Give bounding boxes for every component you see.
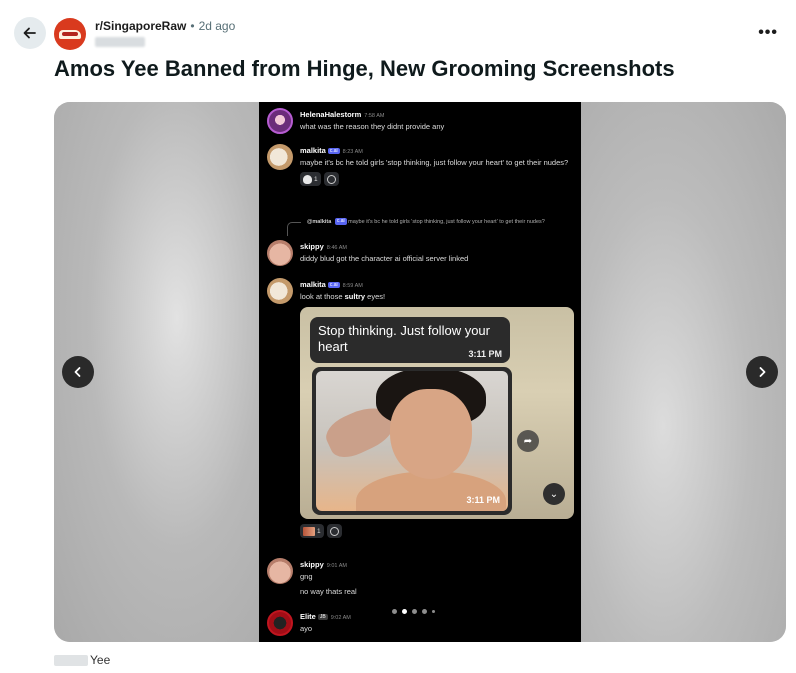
app-tag-badge: c.ai <box>327 148 340 154</box>
reply-reference: @malkita c.ai maybe it's bc he told girl… <box>267 218 575 236</box>
image-emoji-icon <box>303 526 315 536</box>
back-button[interactable] <box>14 17 46 49</box>
meta-separator: • <box>190 19 195 33</box>
gallery-next-button[interactable] <box>746 356 778 388</box>
photo-time: 3:11 PM <box>466 495 500 505</box>
post-meta: r/SingaporeRaw • 2d ago <box>95 19 235 33</box>
share-icon: ➦ <box>517 430 539 452</box>
message-author: skippy <box>300 560 324 569</box>
author-name-redacted <box>95 37 145 47</box>
subreddit-name[interactable]: r/SingaporeRaw <box>95 19 186 33</box>
message-author: malkita <box>300 280 326 289</box>
more-options-button[interactable]: ••• <box>758 24 778 42</box>
subreddit-icon[interactable] <box>54 18 86 50</box>
app-tag-badge: c.ai <box>334 218 347 225</box>
role-tag-badge: JB <box>317 614 328 620</box>
reaction-image: 1 <box>300 524 324 538</box>
smiley-icon <box>329 526 339 536</box>
message-author: HelenaHalestorm <box>300 110 362 119</box>
message-time: 9:02 AM <box>330 615 351 621</box>
chat-bubble: Stop thinking. Just follow your heart 3:… <box>310 317 510 363</box>
message-text: ayo <box>300 624 313 633</box>
pagination-dot-active[interactable] <box>402 609 407 614</box>
pagination-dot[interactable] <box>432 610 435 613</box>
arrow-left-icon <box>23 27 36 39</box>
chevron-down-icon: ⌄ <box>543 483 565 505</box>
gallery-image-discord-screenshot: HelenaHalestorm 7:58 AM what was the reas… <box>259 102 581 642</box>
message-text: look at those sultry eyes! <box>300 292 386 301</box>
message-time: 7:58 AM <box>364 113 385 119</box>
reaction-row: 1 <box>267 524 575 540</box>
reply-connector <box>287 222 301 236</box>
reply-text: maybe it's bc he told girls 'stop thinki… <box>348 219 545 225</box>
avatar <box>267 610 293 636</box>
gallery-prev-button[interactable] <box>62 356 94 388</box>
avatar <box>267 240 293 266</box>
message-time: 8:23 AM <box>342 149 363 155</box>
avatar <box>267 144 293 170</box>
pagination-dot[interactable] <box>392 609 397 614</box>
message-time: 8:46 AM <box>326 245 347 251</box>
avatar <box>267 278 293 304</box>
message-text: maybe it's bc he told girls 'stop thinki… <box>300 158 569 167</box>
caption-text: Yee <box>90 653 111 667</box>
message-text: no way thats real <box>300 587 357 596</box>
smiley-icon <box>326 174 336 184</box>
avatar <box>267 108 293 134</box>
message-text: what was the reason they didnt provide a… <box>300 122 445 131</box>
message-time: 8:59 AM <box>342 283 363 289</box>
embedded-screenshot: Stop thinking. Just follow your heart 3:… <box>300 307 574 519</box>
reaction-count: 1 <box>317 527 321 535</box>
reaction-skull: 1 <box>300 172 321 186</box>
reaction-count: 1 <box>314 175 318 183</box>
message-time: 9:01 AM <box>326 563 347 569</box>
reply-author: @malkita <box>307 219 332 225</box>
message-author: skippy <box>300 242 324 251</box>
post-title: Amos Yee Banned from Hinge, New Grooming… <box>54 56 675 81</box>
skull-icon <box>303 174 312 184</box>
app-tag-badge: c.ai <box>327 282 340 288</box>
post-caption: Yee <box>54 653 110 667</box>
message-text: diddy blud got the character ai official… <box>300 254 469 263</box>
add-reaction <box>323 172 339 186</box>
media-gallery[interactable]: HelenaHalestorm 7:58 AM what was the reas… <box>54 102 786 642</box>
photo-message: 3:11 PM <box>312 367 512 515</box>
add-reaction <box>326 524 342 538</box>
pagination-dot[interactable] <box>422 609 427 614</box>
pagination-dot[interactable] <box>412 609 417 614</box>
message-author: Elite <box>300 612 316 621</box>
avatar <box>267 558 293 584</box>
selfie-photo: 3:11 PM <box>316 371 508 511</box>
message-author: malkita <box>300 146 326 155</box>
gallery-pagination <box>392 609 435 614</box>
post-age: 2d ago <box>198 19 236 33</box>
chevron-left-icon <box>74 367 81 377</box>
chevron-right-icon <box>759 367 766 377</box>
message-text: gng <box>300 572 313 581</box>
caption-redacted <box>54 654 88 666</box>
bubble-time: 3:11 PM <box>468 349 502 359</box>
